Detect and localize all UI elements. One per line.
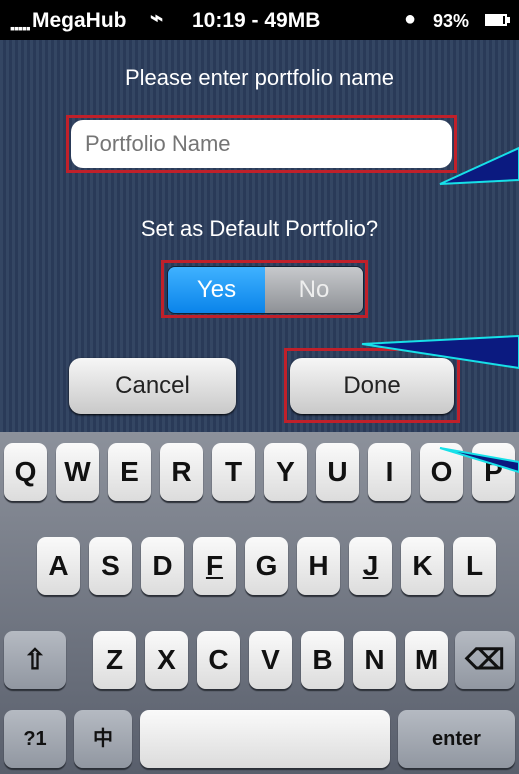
shift-icon[interactable]: ⇧	[4, 631, 66, 689]
key-l[interactable]: L	[453, 537, 496, 595]
space-key[interactable]	[140, 710, 390, 768]
key-s[interactable]: S	[89, 537, 132, 595]
status-bar: ▪▪▪▪▪ MegaHub ⌁ 10:19 - 49MB ● 93%	[0, 0, 519, 40]
key-b[interactable]: B	[301, 631, 344, 689]
key-z[interactable]: Z	[93, 631, 136, 689]
portfolio-name-prompt: Please enter portfolio name	[124, 65, 395, 90]
new-portfolio-dialog: Please enter portfolio name Set as Defau…	[0, 40, 519, 432]
key-i[interactable]: I	[368, 443, 411, 501]
key-h[interactable]: H	[297, 537, 340, 595]
key-n[interactable]: N	[353, 631, 396, 689]
key-w[interactable]: W	[56, 443, 99, 501]
key-a[interactable]: A	[37, 537, 80, 595]
key-u[interactable]: U	[316, 443, 359, 501]
key-j[interactable]: J	[349, 537, 392, 595]
key-t[interactable]: T	[212, 443, 255, 501]
backspace-icon[interactable]: ⌫	[455, 631, 515, 689]
signal-strength-icon: ▪▪▪▪▪	[10, 20, 31, 36]
battery-percentage: 93%	[433, 11, 470, 31]
cancel-button[interactable]: Cancel	[69, 358, 236, 414]
key-m[interactable]: M	[405, 631, 448, 689]
key-v[interactable]: V	[249, 631, 292, 689]
key-p[interactable]: P	[472, 443, 515, 501]
key-r[interactable]: R	[160, 443, 203, 501]
keyboard: Q W E R T Y U I O P A S D F G H J K L ⇧ …	[0, 432, 519, 774]
key-x[interactable]: X	[145, 631, 188, 689]
default-portfolio-prompt: Set as Default Portfolio?	[140, 216, 379, 241]
chat-bubble-icon: ●	[404, 8, 417, 30]
toggle-no[interactable]: No	[265, 267, 363, 313]
done-button[interactable]: Done	[290, 358, 454, 414]
default-portfolio-toggle[interactable]: Yes No	[167, 266, 364, 314]
battery-icon	[485, 14, 507, 26]
battery-nub	[507, 17, 510, 23]
key-y[interactable]: Y	[264, 443, 307, 501]
carrier-name: MegaHub	[32, 9, 127, 32]
key-o[interactable]: O	[420, 443, 463, 501]
key-q[interactable]: Q	[4, 443, 47, 501]
wifi-icon: ⌁	[150, 5, 164, 30]
status-time-memory: 10:19 - 49MB	[192, 9, 321, 32]
key-k[interactable]: K	[401, 537, 444, 595]
toggle-yes[interactable]: Yes	[168, 267, 265, 313]
key-e[interactable]: E	[108, 443, 151, 501]
key-c[interactable]: C	[197, 631, 240, 689]
enter-key[interactable]: enter	[398, 710, 515, 768]
portfolio-name-input[interactable]	[71, 120, 452, 168]
key-g[interactable]: G	[245, 537, 288, 595]
key-f[interactable]: F	[193, 537, 236, 595]
numbers-key[interactable]: ?1	[4, 710, 66, 768]
language-key[interactable]: 中	[74, 710, 132, 768]
key-d[interactable]: D	[141, 537, 184, 595]
